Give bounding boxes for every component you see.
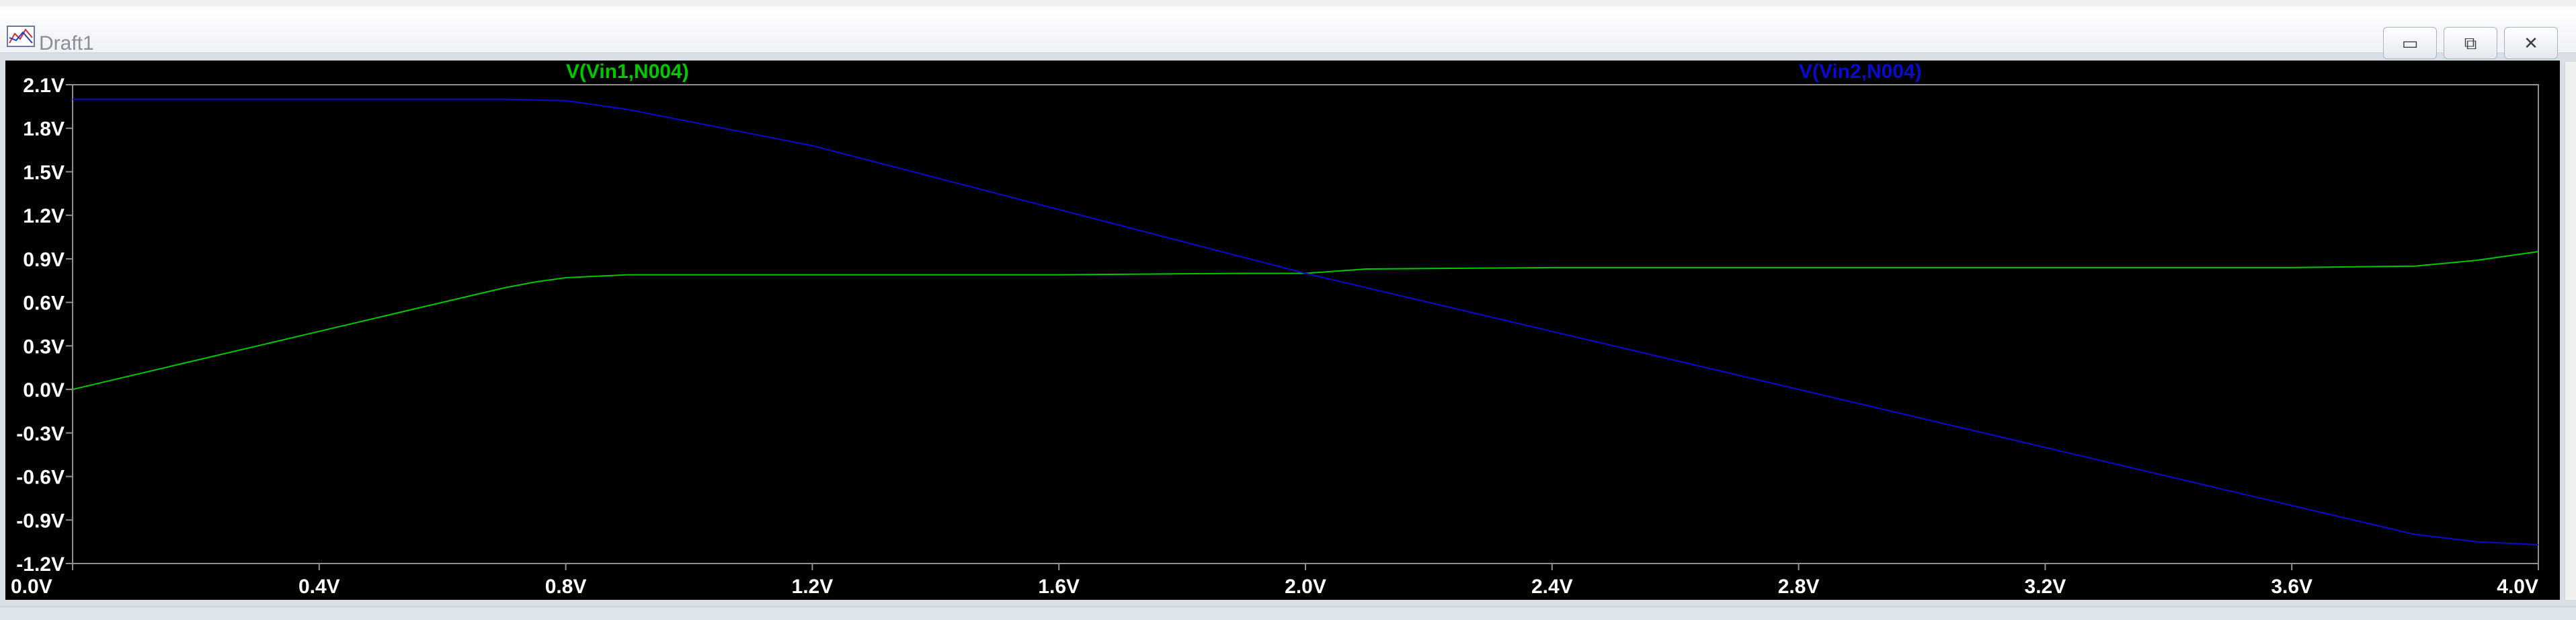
maximize-button[interactable]: ⧉ [2444,27,2497,59]
y-tick-label: 2.1V [23,75,65,97]
y-tick-label: 0.0V [23,379,65,401]
waveform-app-icon [7,26,36,48]
x-tick-label: 3.2V [2025,576,2066,598]
y-tick-label: -1.2V [16,553,65,576]
legend-label-1: V(Vin1,N004) [566,61,689,83]
vertical-scrollbar[interactable] [2565,62,2576,600]
bottom-strip [0,607,2576,620]
title-bar[interactable]: Draft1 ▭ ⧉ ✕ [0,7,2576,59]
waveform-chart[interactable]: 2.1V 1.8V 1.5V 1.2V 0.9V 0.6V 0.3V 0.0V -0.3V -0.… [5,61,2560,600]
y-tick-label: 1.2V [23,205,65,227]
plot-frame [72,84,2539,564]
y-tick-label: 1.8V [23,118,65,141]
y-tick-label: -0.3V [16,423,65,445]
series-line-2 [73,98,2539,545]
window-title: Draft1 [39,32,94,54]
waveform-plot-pane[interactable]: 2.1V 1.8V 1.5V 1.2V 0.9V 0.6V 0.3V 0.0V -0.3V -0.… [5,61,2560,600]
minimize-icon: ▭ [2401,33,2419,53]
y-tick-label: 0.9V [23,249,65,271]
minimize-button[interactable]: ▭ [2383,27,2437,59]
series-line-1 [72,251,2539,391]
y-tick-label: 0.3V [23,336,65,358]
x-tick-label: 0.0V [11,576,52,598]
y-tick-label: -0.9V [16,510,65,532]
x-tick-label: 1.2V [792,576,834,598]
legend-label-2: V(Vin2,N004) [1799,61,1922,83]
x-tick-label: 4.0V [2497,576,2538,598]
restore-icon: ⧉ [2464,33,2477,53]
x-tick-label: 2.4V [1531,576,1573,598]
y-tick-label: -0.6V [16,467,65,489]
x-tick-label: 3.6V [2271,576,2312,598]
y-tick-label: 1.5V [23,161,65,184]
x-tick-label: 1.6V [1038,576,1080,598]
close-icon: ✕ [2524,33,2538,53]
x-tick-label: 2.8V [1778,576,1820,598]
y-tick-label: 0.6V [23,293,65,315]
x-tick-label: 2.0V [1285,576,1326,598]
x-tick-label: 0.8V [545,576,587,598]
close-button[interactable]: ✕ [2504,27,2558,59]
x-tick-label: 0.4V [298,576,340,598]
